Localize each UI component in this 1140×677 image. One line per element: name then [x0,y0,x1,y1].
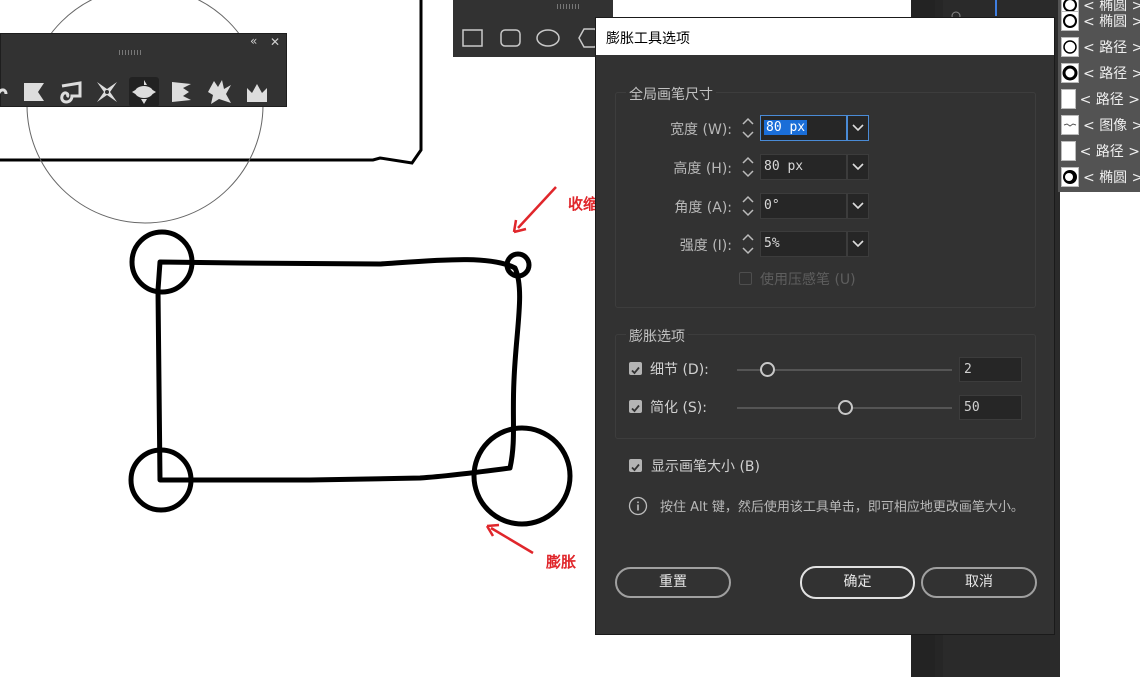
pressure-pen-label: 使用压感笔 (U) [760,272,856,288]
layer-name: 椭圆 [1099,170,1128,186]
collapse-panel-button[interactable]: « [250,34,257,48]
detail-slider-thumb[interactable] [760,362,776,377]
height-field[interactable]: 80 px [760,154,847,180]
twirl-icon[interactable] [55,77,85,107]
path-thumb-icon [1061,89,1076,109]
bloat-tool-options-dialog: 膨胀工具选项 全局画笔尺寸 宽度 (W): 80 px 高度 (H): 80 p… [595,17,1055,635]
toolbar-grip[interactable] [557,4,579,9]
layer-name: 路径 [1099,66,1128,82]
group-legend: 全局画笔尺寸 [626,84,716,104]
wrinkle-icon[interactable] [242,77,272,107]
bloat-options-group [615,334,1036,439]
layer-name: 椭圆 [1099,14,1128,30]
layers-list: < 椭圆 > < 椭圆 > < 路径 > < 路径 > < 路径 > < 图像 … [1058,0,1140,192]
cancel-button[interactable]: 取消 [921,567,1037,598]
width-icon[interactable] [0,77,19,107]
angle-label: 角度 (A): [674,200,732,216]
liquify-tools-toolbar: « ✕ [0,33,287,107]
rounded-rectangle-shape-icon [500,29,521,47]
show-brush-size-label: 显示画笔大小 (B) [651,459,760,475]
intensity-dropdown-chevron-down-icon[interactable] [847,231,869,257]
path-thumb-icon [1061,63,1079,83]
angle-field[interactable]: 0° [760,193,847,219]
warp-icon[interactable] [19,77,49,107]
layer-name: 路径 [1095,144,1124,160]
layer-row[interactable]: < 椭圆 > [1058,164,1140,190]
scallop-icon[interactable] [166,77,196,107]
layer-row[interactable]: < 椭圆 > [1058,8,1140,34]
expand-annotation: 膨胀 [546,553,577,571]
ok-button[interactable]: 确定 [800,566,915,599]
layer-row[interactable]: < 路径 > [1058,34,1140,60]
height-stepper[interactable] [737,154,759,180]
close-panel-button[interactable]: ✕ [270,35,280,49]
simplify-slider-thumb[interactable] [837,400,853,415]
layer-row[interactable]: < 路径 > [1058,138,1140,164]
width-field[interactable]: 80 px [760,115,847,141]
toolbar-grip[interactable] [119,50,141,55]
dialog-title: 膨胀工具选项 [606,31,690,47]
width-label: 宽度 (W): [670,122,732,138]
ellipse-thumb-icon [1061,167,1079,187]
arrow-icon [485,523,534,555]
group-legend: 膨胀选项 [626,326,688,346]
pucker-icon[interactable] [92,77,122,107]
layer-row[interactable]: < 路径 > [1058,60,1140,86]
rectangle-shape-icon [462,29,483,47]
width-dropdown-chevron-down-icon[interactable] [847,115,869,141]
intensity-stepper[interactable] [737,231,759,257]
detail-value-field[interactable]: 2 [959,357,1022,382]
layer-row[interactable]: < 路径 > [1058,86,1140,112]
ellipse-thumb-icon [1061,11,1079,31]
simplify-checkbox[interactable] [629,400,642,413]
intensity-field[interactable]: 5% [760,231,847,257]
crystallize-icon[interactable] [204,77,234,107]
show-brush-size-checkbox[interactable] [629,459,642,472]
dialog-titlebar[interactable]: 膨胀工具选项 [596,18,1054,55]
angle-stepper[interactable] [737,193,759,219]
image-thumb-icon [1061,115,1079,135]
width-value: 80 px [764,120,808,135]
angle-dropdown-chevron-down-icon[interactable] [847,193,869,219]
pressure-pen-checkbox[interactable] [739,272,752,285]
intensity-label: 强度 (I): [679,238,732,254]
height-label: 高度 (H): [673,161,732,177]
path-thumb-icon [1061,37,1079,57]
layer-name: 路径 [1095,92,1124,108]
shape-toolbar [453,0,613,57]
detail-checkbox[interactable] [629,362,642,375]
width-stepper[interactable] [737,115,759,141]
layer-name: 路径 [1099,40,1128,56]
simplify-value-field[interactable]: 50 [959,395,1022,420]
arrow-icon [512,186,557,234]
info-icon [628,496,648,516]
ellipse-shape-icon [536,29,560,47]
layer-selection-indicator [995,0,997,16]
path-thumb-icon [1061,141,1076,161]
warped-rectangle-path [155,257,523,483]
detail-label: 细节 (D): [650,362,709,378]
info-text: 按住 Alt 键，然后使用该工具单击，即可相应地更改画笔大小。 [660,500,1024,515]
corner-circle-bottom-right-bloated [471,425,573,527]
bloat-icon[interactable] [129,77,159,107]
height-dropdown-chevron-down-icon[interactable] [847,154,869,180]
reset-button[interactable]: 重置 [615,567,731,598]
layer-row[interactable]: < 图像 > [1058,112,1140,138]
shrink-annotation: 收缩 [568,195,599,213]
layer-name: 图像 [1099,118,1128,134]
simplify-label: 简化 (S): [650,400,707,416]
